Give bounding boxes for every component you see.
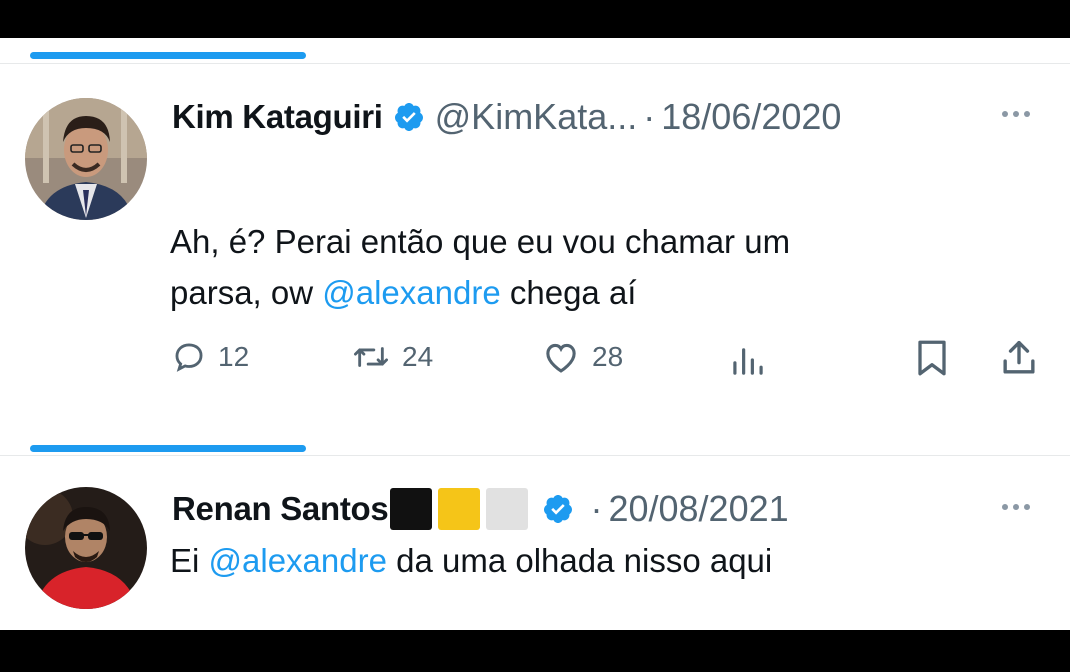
- tweet-date[interactable]: 18/06/2020: [661, 96, 841, 138]
- header-separator: ·: [643, 96, 656, 137]
- share-button[interactable]: [1000, 338, 1038, 378]
- header-separator: ·: [590, 488, 603, 529]
- retweet-count: 24: [402, 341, 434, 372]
- tweet-text-line: Ah, é? Perai então que eu vou chamar um: [170, 223, 791, 260]
- author-handle[interactable]: @KimKata...: [435, 96, 638, 138]
- thread-accent-line: [30, 445, 306, 452]
- tweet-screenshot: Kim Kataguiri @KimKata... · 18/06/2020 A…: [0, 38, 1070, 630]
- text-part: parsa, ow: [170, 274, 323, 311]
- divider: [0, 63, 1070, 64]
- verified-badge-icon: [393, 101, 425, 133]
- tweet-header: Renan Santos · 20/08/2021: [172, 484, 789, 534]
- reply-count: 12: [218, 341, 250, 372]
- author-name[interactable]: Renan Santos: [172, 490, 389, 528]
- letterbox-bottom: [0, 630, 1070, 672]
- bookmark-button[interactable]: [914, 338, 950, 378]
- white-square-emoji: [486, 488, 529, 530]
- avatar-renan-santos[interactable]: [25, 487, 147, 609]
- more-options-icon[interactable]: [1002, 111, 1030, 117]
- tweet-text-line: Ei @alexandre da uma olhada nisso aqui: [170, 535, 1010, 586]
- tweet-text-line: parsa, ow @alexandre chega aí: [170, 267, 1010, 318]
- mention-link[interactable]: @alexandre: [209, 542, 387, 579]
- verified-badge-icon: [542, 493, 574, 525]
- reply-icon: [172, 340, 206, 374]
- tweet-date[interactable]: 20/08/2021: [608, 488, 788, 530]
- yellow-square-emoji: [438, 488, 481, 530]
- text-part: chega aí: [500, 274, 637, 311]
- views-button[interactable]: [730, 344, 766, 376]
- avatar-kim-kataguiri[interactable]: [25, 98, 147, 220]
- retweet-icon: [352, 340, 390, 374]
- share-icon: [1000, 338, 1038, 378]
- like-button[interactable]: 28: [542, 340, 623, 374]
- bookmark-icon: [914, 338, 950, 378]
- more-options-icon[interactable]: [1002, 504, 1030, 510]
- like-count: 28: [592, 341, 624, 372]
- author-name[interactable]: Kim Kataguiri: [172, 98, 383, 136]
- mention-link[interactable]: @alexandre: [322, 274, 500, 311]
- text-part: Ei: [170, 542, 209, 579]
- divider: [0, 455, 1070, 456]
- reply-button[interactable]: 12: [172, 340, 249, 374]
- black-square-emoji: [390, 488, 433, 530]
- tweet-header: Kim Kataguiri @KimKata... · 18/06/2020: [172, 94, 841, 140]
- thread-accent-line: [30, 52, 306, 59]
- letterbox-top: [0, 0, 1070, 38]
- views-icon: [730, 344, 766, 376]
- text-part: da uma olhada nisso aqui: [386, 542, 773, 579]
- like-icon: [542, 340, 580, 374]
- tweet-text: Ei @alexandre da uma olhada nisso aqui: [170, 535, 1010, 586]
- retweet-button[interactable]: 24: [352, 340, 433, 374]
- tweet-text: Ah, é? Perai então que eu vou chamar um …: [170, 216, 1010, 318]
